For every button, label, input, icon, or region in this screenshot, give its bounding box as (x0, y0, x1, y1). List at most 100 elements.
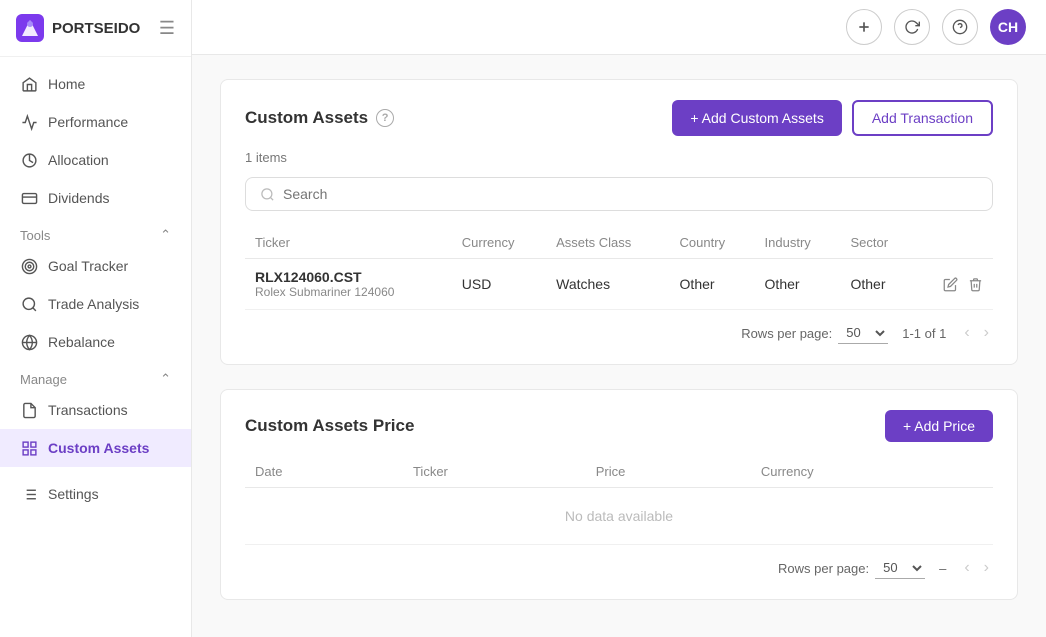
price-rows-per-page-control: Rows per page: 50 25 100 (778, 557, 925, 579)
add-transaction-button[interactable]: Add Transaction (852, 100, 993, 136)
cell-ticker: RLX124060.CST Rolex Submariner 124060 (245, 259, 452, 310)
custom-assets-icon (20, 439, 38, 457)
logo-icon (16, 14, 44, 42)
sidebar-header: PORTSEIDO ☰ (0, 0, 191, 57)
items-count: 1 items (245, 150, 993, 165)
col-header-country: Country (670, 227, 755, 259)
add-custom-assets-button[interactable]: + Add Custom Assets (672, 100, 841, 136)
sidebar-item-settings[interactable]: Settings (0, 475, 191, 513)
pagination-info: 1-1 of 1 (902, 326, 946, 341)
col-header-currency: Currency (452, 227, 546, 259)
tools-chevron-icon[interactable]: ⌃ (160, 227, 171, 243)
search-input[interactable] (283, 186, 683, 202)
avatar[interactable]: CH (990, 9, 1026, 45)
sidebar-item-dividends-label: Dividends (48, 190, 109, 206)
rows-per-page-control: Rows per page: 50 25 100 (741, 322, 888, 344)
sidebar-item-allocation-label: Allocation (48, 152, 109, 168)
topbar: CH (192, 0, 1046, 55)
sidebar: PORTSEIDO ☰ Home Performance Allocation (0, 0, 192, 637)
sidebar-item-home-label: Home (48, 76, 85, 92)
sidebar-item-transactions-label: Transactions (48, 402, 128, 418)
custom-assets-help-icon[interactable]: ? (376, 109, 394, 127)
sidebar-item-custom-assets[interactable]: Custom Assets (0, 429, 191, 467)
col-header-actions (915, 227, 993, 259)
dividends-icon (20, 189, 38, 207)
col-header-sector: Sector (840, 227, 915, 259)
price-next-page-button[interactable]: › (980, 557, 993, 579)
sidebar-item-custom-assets-label: Custom Assets (48, 440, 149, 456)
page-content: Custom Assets ? + Add Custom Assets Add … (192, 55, 1046, 637)
cell-industry: Other (755, 259, 841, 310)
tools-section-header: Tools ⌃ (0, 217, 191, 247)
table-row: RLX124060.CST Rolex Submariner 124060 US… (245, 259, 993, 310)
refresh-button[interactable] (894, 9, 930, 45)
sidebar-item-goal-tracker-label: Goal Tracker (48, 258, 128, 274)
chart-icon (20, 113, 38, 131)
sidebar-item-dividends[interactable]: Dividends (0, 179, 191, 217)
page-nav: ‹ › (960, 322, 993, 344)
sidebar-item-trade-analysis[interactable]: Trade Analysis (0, 285, 191, 323)
allocation-icon (20, 151, 38, 169)
cell-currency: USD (452, 259, 546, 310)
price-col-ticker: Ticker (403, 456, 586, 488)
sidebar-item-transactions[interactable]: Transactions (0, 391, 191, 429)
sidebar-item-rebalance[interactable]: Rebalance (0, 323, 191, 361)
sidebar-item-goal-tracker[interactable]: Goal Tracker (0, 247, 191, 285)
add-button[interactable] (846, 9, 882, 45)
col-header-ticker: Ticker (245, 227, 452, 259)
search-box (245, 177, 993, 211)
custom-assets-section: Custom Assets ? + Add Custom Assets Add … (220, 79, 1018, 365)
price-table: Date Ticker Price Currency No data avail… (245, 456, 993, 545)
manage-section-header: Manage ⌃ (0, 361, 191, 391)
home-icon (20, 75, 38, 93)
cell-assets-class: Watches (546, 259, 669, 310)
add-price-button[interactable]: + Add Price (885, 410, 993, 442)
rebalance-icon (20, 333, 38, 351)
transactions-icon (20, 401, 38, 419)
cell-country: Other (670, 259, 755, 310)
logo: PORTSEIDO (16, 14, 140, 42)
cell-actions (915, 259, 993, 310)
price-pagination: Rows per page: 50 25 100 – ‹ › (245, 545, 993, 579)
edit-icon[interactable] (943, 277, 958, 292)
col-header-industry: Industry (755, 227, 841, 259)
help-button[interactable] (942, 9, 978, 45)
custom-assets-title-row: Custom Assets ? + Add Custom Assets Add … (245, 100, 993, 136)
no-data-cell: No data available (245, 488, 993, 545)
delete-icon[interactable] (968, 277, 983, 292)
cell-sector: Other (840, 259, 915, 310)
sidebar-item-home[interactable]: Home (0, 65, 191, 103)
main-content: CH Custom Assets ? + Add Custom Assets A… (192, 0, 1046, 637)
price-col-price: Price (586, 456, 751, 488)
price-pagination-dash: – (939, 561, 946, 576)
sidebar-item-trade-analysis-label: Trade Analysis (48, 296, 139, 312)
tools-label: Tools (20, 228, 50, 243)
custom-assets-price-section: Custom Assets Price + Add Price Date Tic… (220, 389, 1018, 600)
manage-chevron-icon[interactable]: ⌃ (160, 371, 171, 387)
manage-label: Manage (20, 372, 67, 387)
sidebar-item-settings-label: Settings (48, 486, 99, 502)
settings-icon (20, 485, 38, 503)
sidebar-item-performance[interactable]: Performance (0, 103, 191, 141)
sidebar-item-rebalance-label: Rebalance (48, 334, 115, 350)
sidebar-nav: Home Performance Allocation Dividends To… (0, 57, 191, 637)
next-page-button[interactable]: › (980, 322, 993, 344)
price-title: Custom Assets Price (245, 416, 414, 436)
price-title-row: Custom Assets Price + Add Price (245, 410, 993, 442)
price-prev-page-button[interactable]: ‹ (960, 557, 973, 579)
logo-text: PORTSEIDO (52, 20, 140, 37)
custom-assets-pagination: Rows per page: 50 25 100 1-1 of 1 ‹ › (245, 310, 993, 344)
sidebar-item-performance-label: Performance (48, 114, 128, 130)
no-data-row: No data available (245, 488, 993, 545)
prev-page-button[interactable]: ‹ (960, 322, 973, 344)
rows-per-page-label: Rows per page: (741, 326, 832, 341)
search-icon (20, 295, 38, 313)
price-rows-per-page-select[interactable]: 50 25 100 (875, 557, 925, 579)
custom-assets-actions: + Add Custom Assets Add Transaction (672, 100, 993, 136)
search-input-icon (260, 187, 275, 202)
hamburger-icon[interactable]: ☰ (159, 18, 175, 39)
target-icon (20, 257, 38, 275)
rows-per-page-select[interactable]: 50 25 100 (838, 322, 888, 344)
sidebar-item-allocation[interactable]: Allocation (0, 141, 191, 179)
custom-assets-table: Ticker Currency Assets Class Country Ind… (245, 227, 993, 310)
